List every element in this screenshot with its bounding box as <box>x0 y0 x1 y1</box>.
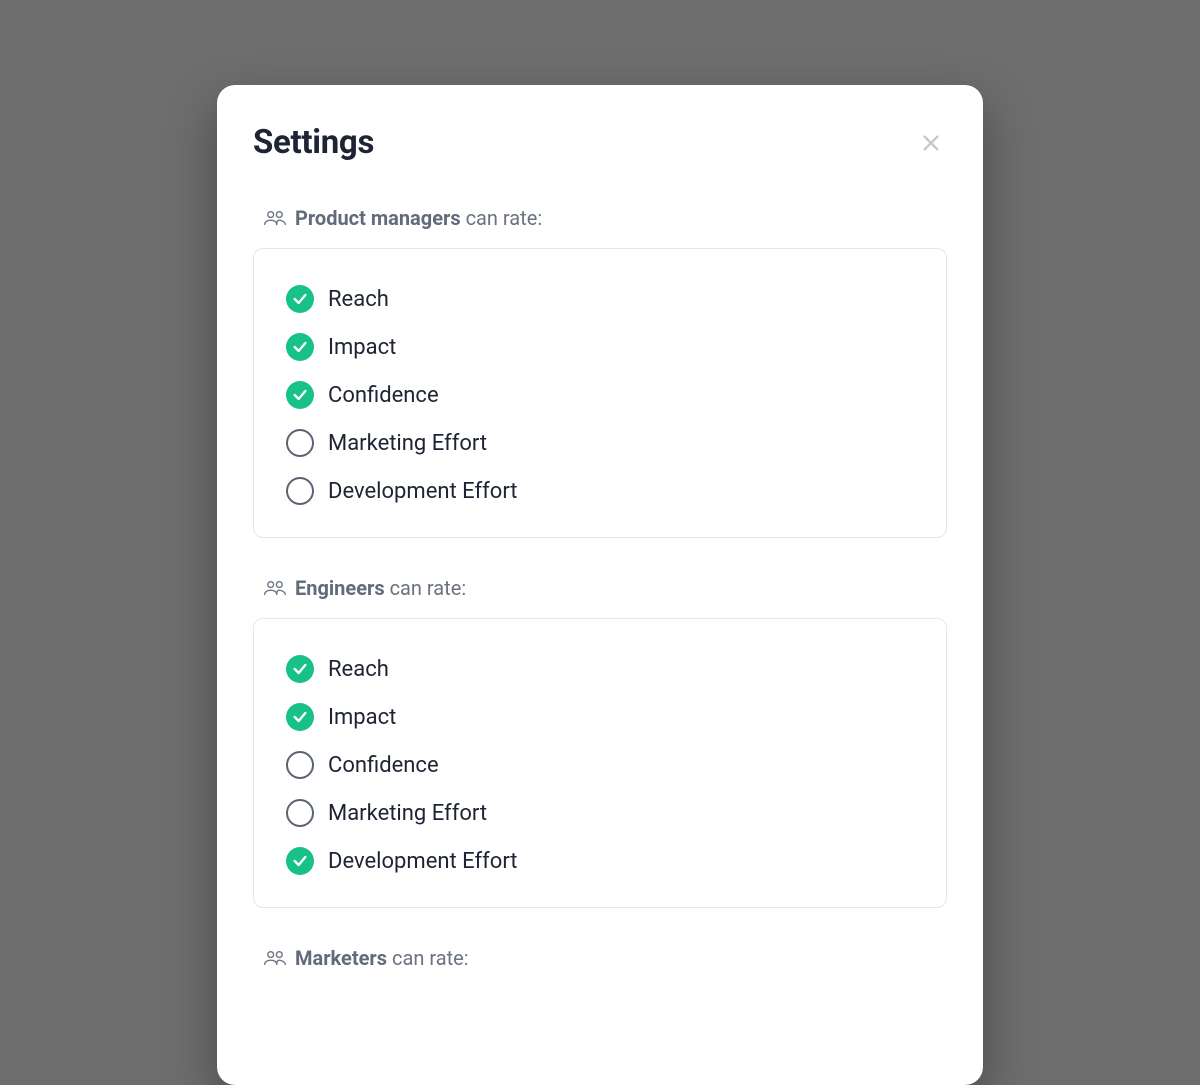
checkbox-unchecked-icon[interactable] <box>286 799 314 827</box>
group-suffix: can rate: <box>466 206 543 230</box>
option-box: Reach Impact Confidence Marketing Effort Dev… <box>253 248 947 538</box>
checkbox-checked-icon[interactable] <box>286 381 314 409</box>
option-row[interactable]: Reach <box>286 275 914 323</box>
close-icon <box>920 132 942 154</box>
checkbox-checked-icon[interactable] <box>286 285 314 313</box>
group-header: Engineers can rate: <box>253 576 947 600</box>
option-row[interactable]: Marketing Effort <box>286 419 914 467</box>
checkbox-unchecked-icon[interactable] <box>286 477 314 505</box>
option-label: Development Effort <box>328 849 518 874</box>
users-icon <box>263 579 287 597</box>
option-label: Impact <box>328 705 396 730</box>
option-label: Confidence <box>328 753 439 778</box>
group-name: Engineers <box>295 576 385 600</box>
option-row[interactable]: Marketing Effort <box>286 789 914 837</box>
option-row[interactable]: Impact <box>286 693 914 741</box>
checkbox-checked-icon[interactable] <box>286 847 314 875</box>
checkbox-checked-icon[interactable] <box>286 333 314 361</box>
modal-header: Settings <box>253 123 947 162</box>
option-label: Reach <box>328 657 389 682</box>
group-header: Product managers can rate: <box>253 206 947 230</box>
group-header: Marketers can rate: <box>253 946 947 970</box>
option-row[interactable]: Confidence <box>286 371 914 419</box>
group-name: Product managers <box>295 206 461 230</box>
option-label: Reach <box>328 287 389 312</box>
users-icon <box>263 209 287 227</box>
settings-modal: Settings Product managers can rate: Reach… <box>217 85 983 1085</box>
group-name: Marketers <box>295 946 387 970</box>
option-row[interactable]: Confidence <box>286 741 914 789</box>
option-row[interactable]: Development Effort <box>286 467 914 515</box>
users-icon <box>263 949 287 967</box>
option-row[interactable]: Development Effort <box>286 837 914 885</box>
option-label: Confidence <box>328 383 439 408</box>
checkbox-checked-icon[interactable] <box>286 655 314 683</box>
checkbox-unchecked-icon[interactable] <box>286 751 314 779</box>
option-label: Marketing Effort <box>328 431 487 456</box>
option-row[interactable]: Impact <box>286 323 914 371</box>
option-label: Marketing Effort <box>328 801 487 826</box>
option-box: Reach Impact Confidence Marketing Effort Dev… <box>253 618 947 908</box>
checkbox-checked-icon[interactable] <box>286 703 314 731</box>
modal-title: Settings <box>253 123 374 162</box>
group-suffix: can rate: <box>390 576 467 600</box>
option-row[interactable]: Reach <box>286 645 914 693</box>
option-label: Impact <box>328 335 396 360</box>
checkbox-unchecked-icon[interactable] <box>286 429 314 457</box>
option-label: Development Effort <box>328 479 518 504</box>
close-button[interactable] <box>915 127 947 159</box>
group-suffix: can rate: <box>392 946 469 970</box>
